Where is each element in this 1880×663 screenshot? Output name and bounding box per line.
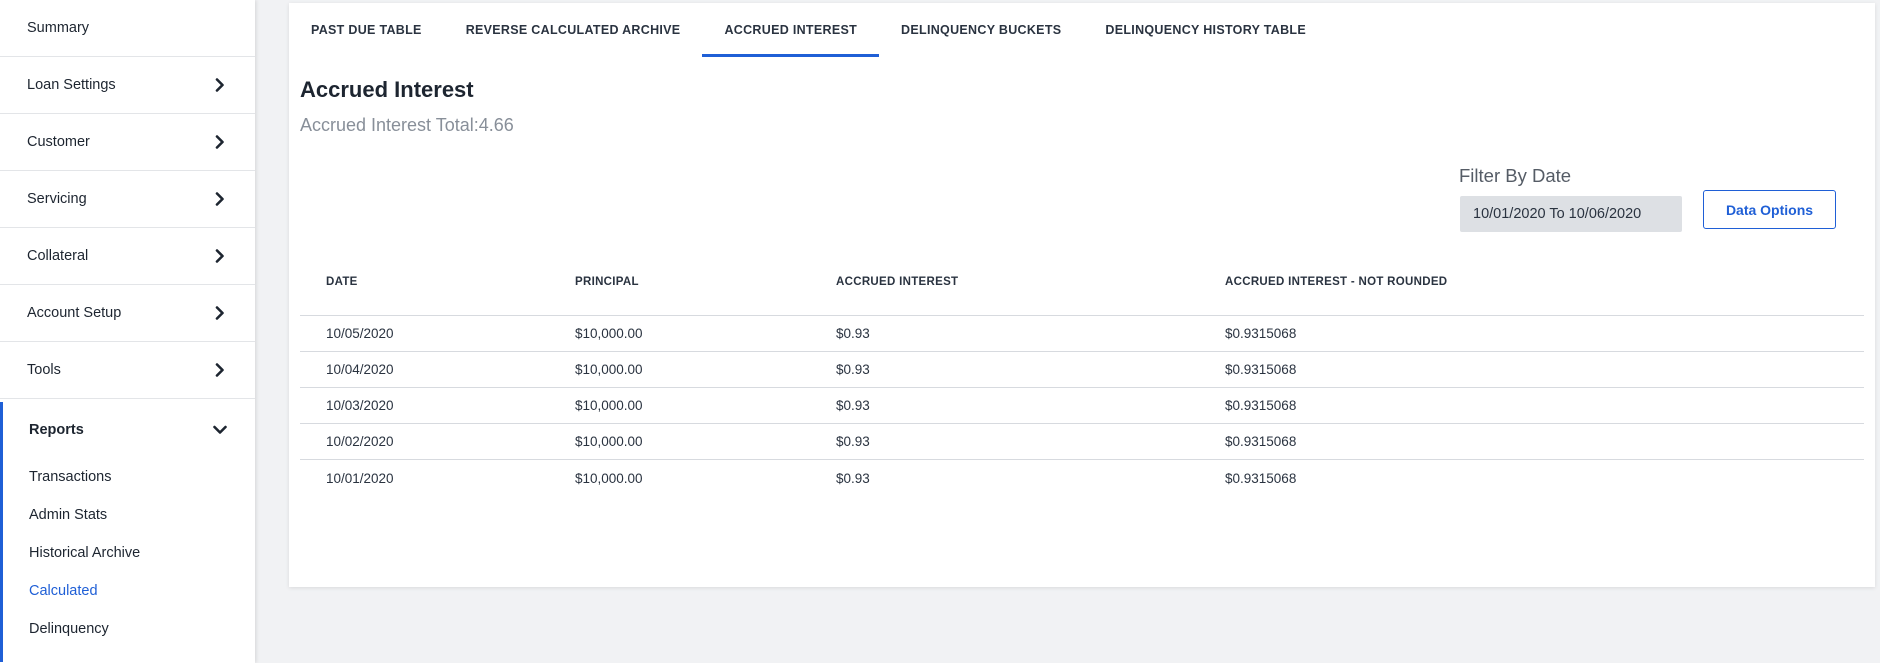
table-row: 10/04/2020 $10,000.00 $0.93 $0.9315068 — [300, 352, 1864, 388]
cell-accrued-interest-not-rounded: $0.9315068 — [1225, 326, 1297, 341]
cell-accrued-interest-not-rounded: $0.9315068 — [1225, 470, 1297, 486]
sidebar-item-label: Account Setup — [27, 305, 122, 321]
main-panel: PAST DUE TABLE REVERSE CALCULATED ARCHIV… — [289, 3, 1875, 587]
cell-date: 10/03/2020 — [326, 398, 394, 413]
cell-principal: $10,000.00 — [575, 434, 643, 449]
sidebar-item-reports[interactable]: Reports — [0, 402, 255, 458]
sidebar-item-label: Collateral — [27, 248, 89, 264]
cell-date: 10/01/2020 — [326, 470, 394, 486]
column-header-accrued-interest-not-rounded[interactable]: ACCRUED INTEREST - NOT ROUNDED — [1225, 276, 1864, 288]
table-row: 10/01/2020 $10,000.00 $0.93 $0.9315068 — [300, 460, 1864, 496]
cell-accrued-interest-not-rounded: $0.9315068 — [1225, 362, 1297, 377]
cell-principal: $10,000.00 — [575, 398, 643, 413]
column-header-principal[interactable]: PRINCIPAL — [575, 276, 836, 288]
cell-date: 10/05/2020 — [326, 326, 394, 341]
cell-accrued-interest: $0.93 — [836, 326, 870, 341]
sidebar-item-servicing[interactable]: Servicing — [0, 171, 255, 228]
accrued-interest-total: Accrued Interest Total:4.66 — [300, 115, 514, 135]
sidebar-item-label: Loan Settings — [27, 77, 116, 93]
sidebar: Summary Loan Settings Customer Servicing… — [0, 0, 255, 663]
sidebar-subitem-calculated[interactable]: Calculated — [3, 572, 255, 610]
sidebar-item-label: Customer — [27, 134, 90, 150]
sidebar-item-label: Summary — [27, 20, 90, 36]
tab-delinquency-buckets[interactable]: DELINQUENCY BUCKETS — [879, 3, 1083, 57]
table-row: 10/03/2020 $10,000.00 $0.93 $0.9315068 — [300, 388, 1864, 424]
cell-accrued-interest-not-rounded: $0.9315068 — [1225, 434, 1297, 449]
sidebar-item-label: Servicing — [27, 191, 87, 207]
cell-principal: $10,000.00 — [575, 326, 643, 341]
cell-accrued-interest: $0.93 — [836, 434, 870, 449]
sidebar-subitem-historical-archive[interactable]: Historical Archive — [3, 534, 255, 572]
tab-reverse-calculated-archive[interactable]: REVERSE CALCULATED ARCHIVE — [444, 3, 703, 57]
reports-submenu: Transactions Admin Stats Historical Arch… — [0, 458, 255, 662]
date-range-field[interactable]: 10/01/2020 To 10/06/2020 — [1460, 196, 1682, 232]
cell-principal: $10,000.00 — [575, 470, 643, 486]
filter-by-date-label: Filter By Date — [1459, 165, 1572, 186]
sidebar-item-customer[interactable]: Customer — [0, 114, 255, 171]
chevron-right-icon — [213, 78, 227, 92]
cell-accrued-interest: $0.93 — [836, 470, 870, 486]
tab-bar: PAST DUE TABLE REVERSE CALCULATED ARCHIV… — [289, 3, 1328, 57]
cell-principal: $10,000.00 — [575, 362, 643, 377]
column-header-accrued-interest[interactable]: ACCRUED INTEREST — [836, 276, 1225, 288]
sidebar-item-summary[interactable]: Summary — [0, 0, 255, 57]
chevron-right-icon — [213, 249, 227, 263]
cell-accrued-interest-not-rounded: $0.9315068 — [1225, 398, 1297, 413]
sidebar-item-loan-settings[interactable]: Loan Settings — [0, 57, 255, 114]
data-options-button[interactable]: Data Options — [1703, 190, 1836, 229]
table-row: 10/02/2020 $10,000.00 $0.93 $0.9315068 — [300, 424, 1864, 460]
sidebar-item-tools[interactable]: Tools — [0, 342, 255, 399]
cell-date: 10/04/2020 — [326, 362, 394, 377]
table-row: 10/05/2020 $10,000.00 $0.93 $0.9315068 — [300, 316, 1864, 352]
sidebar-item-label: Tools — [27, 362, 61, 378]
column-header-date[interactable]: DATE — [300, 276, 575, 288]
chevron-down-icon — [213, 423, 227, 437]
sidebar-subitem-transactions[interactable]: Transactions — [3, 458, 255, 496]
sidebar-item-collateral[interactable]: Collateral — [0, 228, 255, 285]
sidebar-item-label: Reports — [29, 422, 84, 438]
tab-past-due-table[interactable]: PAST DUE TABLE — [289, 3, 444, 57]
chevron-right-icon — [213, 306, 227, 320]
tab-accrued-interest[interactable]: ACCRUED INTEREST — [702, 3, 879, 57]
table-header: DATE PRINCIPAL ACCRUED INTEREST ACCRUED … — [300, 248, 1864, 316]
chevron-right-icon — [213, 363, 227, 377]
accrued-interest-table: DATE PRINCIPAL ACCRUED INTEREST ACCRUED … — [300, 248, 1864, 496]
sidebar-item-account-setup[interactable]: Account Setup — [0, 285, 255, 342]
sidebar-subitem-delinquency[interactable]: Delinquency — [3, 610, 255, 648]
cell-accrued-interest: $0.93 — [836, 362, 870, 377]
cell-accrued-interest: $0.93 — [836, 398, 870, 413]
chevron-right-icon — [213, 135, 227, 149]
sidebar-subitem-admin-stats[interactable]: Admin Stats — [3, 496, 255, 534]
cell-date: 10/02/2020 — [326, 434, 394, 449]
page-title: Accrued Interest — [300, 77, 474, 102]
chevron-right-icon — [213, 192, 227, 206]
tab-delinquency-history-table[interactable]: DELINQUENCY HISTORY TABLE — [1083, 3, 1328, 57]
